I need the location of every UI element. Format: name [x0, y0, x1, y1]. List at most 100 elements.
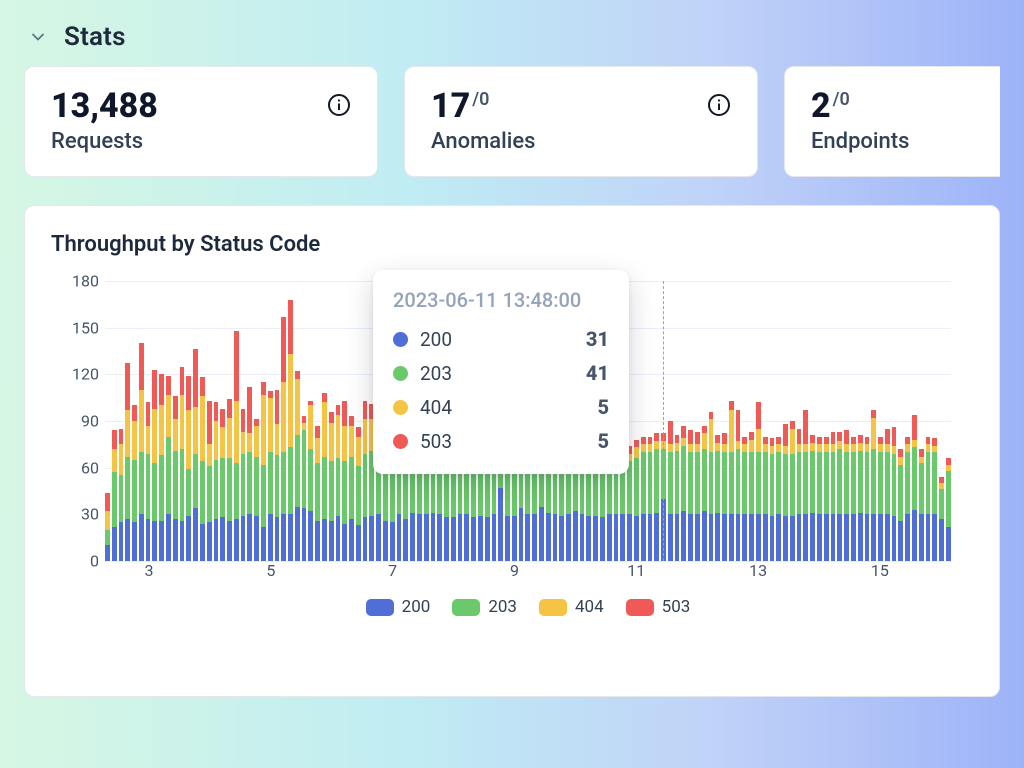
anomalies-label: Anomalies [431, 129, 535, 154]
chart-bar[interactable] [668, 421, 673, 561]
chart-bar[interactable] [749, 432, 754, 561]
chart-bar[interactable] [634, 440, 639, 561]
chart-bar[interactable] [302, 416, 307, 561]
chart-bar[interactable] [247, 387, 252, 561]
chart-bar[interactable] [736, 410, 741, 561]
chart-bar[interactable] [776, 437, 781, 561]
chart-bar[interactable] [254, 419, 259, 561]
chart-bar[interactable] [824, 437, 829, 561]
chart-bar[interactable] [261, 382, 266, 561]
chart-bar[interactable] [844, 430, 849, 561]
chart-bar[interactable] [803, 410, 808, 561]
chart-bar[interactable] [756, 402, 761, 561]
chart-bar[interactable] [858, 435, 863, 561]
chart-bar[interactable] [275, 390, 280, 561]
chart-bar[interactable] [288, 300, 293, 561]
chart-bar[interactable] [763, 437, 768, 561]
chart-bar[interactable] [322, 393, 327, 561]
info-icon[interactable] [707, 93, 731, 121]
x-tick: 7 [388, 561, 397, 580]
chart-bar[interactable] [152, 370, 157, 561]
chart-bar[interactable] [308, 401, 313, 561]
chart-bar[interactable] [722, 433, 727, 561]
chart-bar[interactable] [234, 331, 239, 561]
chart-bar[interactable] [200, 377, 205, 561]
chart-bar[interactable] [329, 412, 334, 561]
chart-bar[interactable] [220, 409, 225, 561]
chart-bar[interactable] [214, 402, 219, 561]
chart-bar[interactable] [926, 437, 931, 561]
chart-bar[interactable] [173, 396, 178, 561]
stat-card-anomalies[interactable]: 17/0 Anomalies [404, 66, 758, 177]
chart-bar[interactable] [939, 477, 944, 561]
chart-bar[interactable] [241, 409, 246, 561]
chart-bar[interactable] [946, 458, 951, 561]
chart-bar[interactable] [356, 427, 361, 561]
chart-bar[interactable] [342, 401, 347, 561]
chart-bar[interactable] [878, 437, 883, 561]
chart-bar[interactable] [837, 432, 842, 561]
chart-bar[interactable] [919, 449, 924, 561]
chart-bar[interactable] [898, 449, 903, 561]
info-icon[interactable] [327, 93, 351, 121]
chart-bar[interactable] [810, 435, 815, 561]
chart-bar[interactable] [932, 438, 937, 561]
chart-bar[interactable] [186, 376, 191, 561]
stat-card-endpoints[interactable]: 2/0 Endpoints [784, 66, 1000, 177]
chart-bar[interactable] [336, 405, 341, 561]
chart-bar[interactable] [702, 426, 707, 561]
chart-bar[interactable] [783, 424, 788, 561]
legend-item-200[interactable]: 200 [366, 597, 431, 617]
chart-bar[interactable] [207, 401, 212, 561]
chart-bar[interactable] [851, 437, 856, 561]
y-tick: 150 [72, 318, 99, 337]
chart-bar[interactable] [159, 374, 164, 561]
legend-item-503[interactable]: 503 [626, 597, 691, 617]
chart-bar[interactable] [709, 412, 714, 561]
chart-bar[interactable] [139, 343, 144, 561]
chart-bar[interactable] [281, 317, 286, 561]
chart-bar[interactable] [654, 433, 659, 561]
chart-bar[interactable] [797, 429, 802, 561]
chart-bar[interactable] [729, 401, 734, 561]
legend-item-203[interactable]: 203 [452, 597, 517, 617]
chart-bar[interactable] [105, 493, 110, 561]
chart-bar[interactable] [132, 405, 137, 561]
chart-bar[interactable] [742, 437, 747, 561]
chart-bar[interactable] [865, 437, 870, 561]
chart-bar[interactable] [817, 437, 822, 561]
chart-bar[interactable] [166, 376, 171, 561]
chevron-down-icon[interactable] [28, 27, 48, 47]
chart-bar[interactable] [295, 371, 300, 561]
chart-bar[interactable] [227, 399, 232, 561]
swatch-503-icon [626, 599, 654, 616]
chart-bar[interactable] [912, 415, 917, 561]
chart-bar[interactable] [715, 435, 720, 561]
chart-bar[interactable] [892, 427, 897, 561]
chart-bar[interactable] [770, 438, 775, 561]
stat-card-requests[interactable]: 13,488 Requests [24, 66, 378, 177]
chart-bar[interactable] [648, 437, 653, 561]
chart-bar[interactable] [268, 391, 273, 561]
chart-bar[interactable] [681, 426, 686, 561]
chart-bar[interactable] [688, 430, 693, 561]
chart-bar[interactable] [905, 437, 910, 561]
chart-bar[interactable] [695, 432, 700, 561]
chart-bar[interactable] [349, 416, 354, 561]
chart-bar[interactable] [675, 435, 680, 561]
chart-bar[interactable] [315, 426, 320, 561]
chart-bar[interactable] [112, 430, 117, 561]
chart-bar[interactable] [871, 410, 876, 561]
chart-bar[interactable] [885, 429, 890, 561]
x-axis: 3579111315 [105, 561, 951, 583]
chart-bar[interactable] [119, 429, 124, 561]
chart-bar[interactable] [831, 432, 836, 561]
chart-bar[interactable] [363, 401, 368, 561]
chart-bar[interactable] [790, 421, 795, 561]
chart-bar[interactable] [125, 363, 130, 561]
chart-bar[interactable] [146, 402, 151, 561]
legend-item-404[interactable]: 404 [539, 597, 604, 617]
chart-bar[interactable] [193, 349, 198, 561]
chart-bar[interactable] [641, 437, 646, 561]
chart-bar[interactable] [180, 367, 185, 561]
